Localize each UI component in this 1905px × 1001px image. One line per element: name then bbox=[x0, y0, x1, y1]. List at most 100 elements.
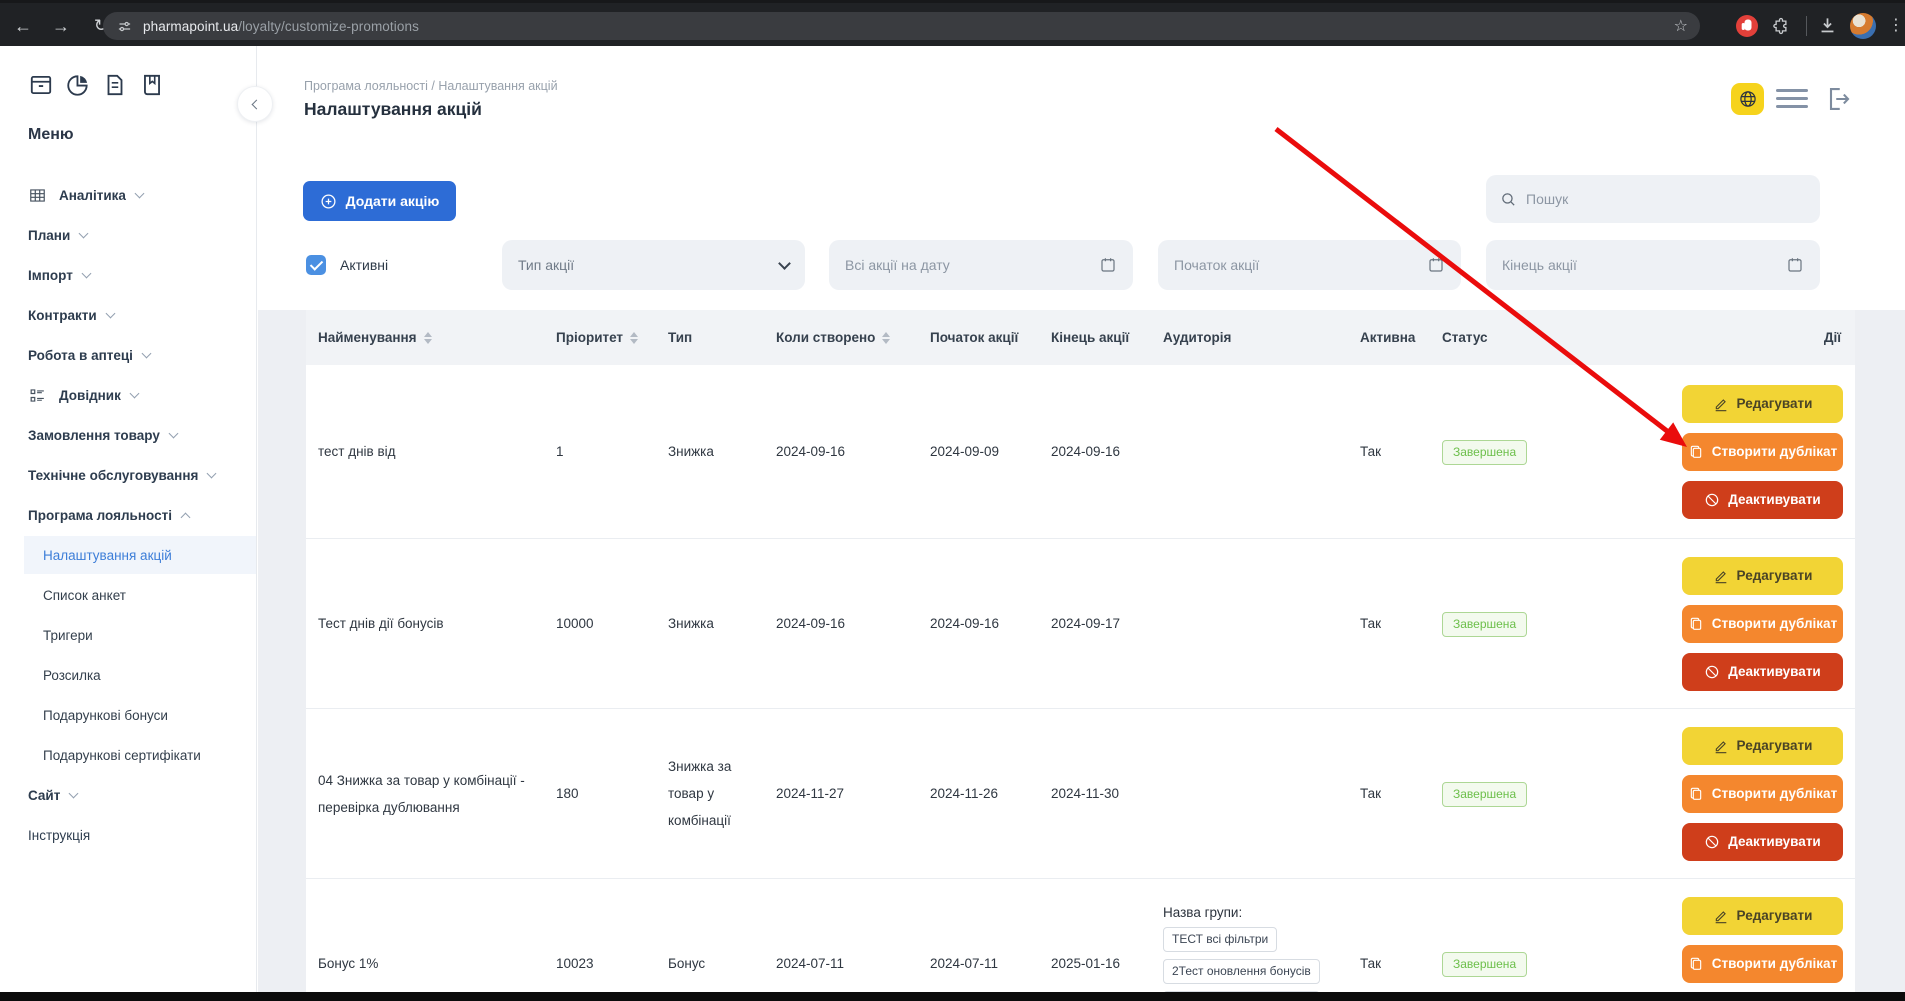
table-row: Тест днів дії бонусів10000Знижка2024-09-… bbox=[306, 538, 1855, 708]
cell-name: 04 Знижка за товар у комбінації - переві… bbox=[306, 767, 544, 821]
downloads-icon[interactable] bbox=[1818, 16, 1837, 40]
cell-type: Знижка bbox=[656, 438, 764, 465]
sidebar-item-top[interactable]: Плани bbox=[0, 215, 256, 255]
chevron-down-icon bbox=[69, 788, 79, 798]
list-icon bbox=[28, 386, 47, 405]
column-header[interactable]: Пріоритет bbox=[544, 330, 656, 345]
table-header: НайменуванняПріоритетТипКоли створеноПоч… bbox=[306, 310, 1855, 365]
duplicate-button[interactable]: Створити дублікат bbox=[1682, 775, 1843, 813]
duplicate-button[interactable]: Створити дублікат bbox=[1682, 433, 1843, 471]
deactivate-button[interactable]: Деактивувати bbox=[1682, 653, 1843, 691]
pie-chart-icon[interactable] bbox=[65, 72, 91, 98]
cell-status: Завершена bbox=[1430, 438, 1660, 465]
status-badge: Завершена bbox=[1442, 782, 1527, 807]
browser-back-button[interactable]: ← bbox=[8, 13, 38, 39]
sidebar-item-label: Програма лояльності bbox=[28, 508, 172, 523]
column-header: Статус bbox=[1430, 330, 1660, 345]
sidebar-menu: АналітикаПланиІмпорт Контракти Робота в ап… bbox=[0, 175, 256, 855]
calendar-icon bbox=[1427, 256, 1445, 274]
deactivate-button[interactable]: Деактивувати bbox=[1682, 481, 1843, 519]
cell-priority: 180 bbox=[544, 780, 656, 807]
pencil-icon bbox=[1713, 908, 1729, 924]
pencil-icon bbox=[1713, 396, 1729, 412]
browser-forward-button[interactable]: → bbox=[46, 13, 76, 39]
book-icon[interactable] bbox=[139, 72, 165, 98]
edit-button[interactable]: Редагувати bbox=[1682, 385, 1843, 423]
sidebar-item-top[interactable]: Робота в аптеці bbox=[0, 335, 256, 375]
active-checkbox[interactable] bbox=[306, 255, 326, 275]
search-field[interactable] bbox=[1486, 175, 1820, 223]
sidebar-item-top[interactable]: Замовлення товару bbox=[0, 415, 256, 455]
browser-profile-avatar[interactable] bbox=[1850, 13, 1876, 39]
sidebar-item-sub[interactable]: Налаштування акцій bbox=[0, 535, 256, 575]
logout-icon[interactable] bbox=[1824, 84, 1852, 119]
bookmark-star-icon[interactable]: ☆ bbox=[1674, 16, 1688, 36]
archive-icon[interactable] bbox=[28, 72, 54, 98]
cell-active: Так bbox=[1348, 950, 1430, 977]
pencil-icon bbox=[1713, 568, 1729, 584]
column-header[interactable]: Найменування bbox=[306, 330, 544, 345]
search-input[interactable] bbox=[1526, 191, 1806, 207]
duplicate-button[interactable]: Створити дублікат bbox=[1682, 605, 1843, 643]
menu-heading: Меню bbox=[28, 126, 74, 144]
browser-toolbar: ← → ↻ pharmapoint.ua/loyalty/customize-p… bbox=[0, 0, 1905, 46]
sidebar-item-top[interactable]: Інструкція bbox=[0, 815, 256, 855]
edit-button[interactable]: Редагувати bbox=[1682, 727, 1843, 765]
search-icon bbox=[1500, 191, 1517, 208]
sort-icon[interactable] bbox=[630, 332, 638, 344]
sidebar-item-label: Налаштування акцій bbox=[43, 548, 172, 563]
add-promotion-button[interactable]: Додати акцію bbox=[303, 181, 456, 221]
cell-priority: 10023 bbox=[544, 950, 656, 977]
cell-status: Завершена bbox=[1430, 950, 1660, 977]
duplicate-button[interactable]: Створити дублікат bbox=[1682, 945, 1843, 983]
sidebar-collapse-button[interactable] bbox=[237, 86, 273, 122]
copy-icon bbox=[1688, 956, 1704, 972]
address-bar[interactable]: pharmapoint.ua/loyalty/customize-promoti… bbox=[103, 12, 1700, 40]
sidebar-item-top[interactable]: Технічне обслуговування bbox=[0, 455, 256, 495]
promotion-type-select[interactable]: Тип акції bbox=[502, 240, 805, 290]
cell-start: 2024-07-11 bbox=[918, 950, 1039, 977]
sidebar-item-label: Контракти bbox=[28, 308, 97, 323]
chevron-down-icon bbox=[81, 268, 91, 278]
adblock-extension-icon[interactable] bbox=[1735, 14, 1759, 38]
cell-name: тест днів від bbox=[306, 438, 544, 465]
hamburger-menu-icon[interactable] bbox=[1776, 89, 1808, 108]
sidebar-item-top[interactable]: Сайт bbox=[0, 775, 256, 815]
sidebar-item-top[interactable]: Програма лояльності bbox=[0, 495, 256, 535]
chevron-down-icon bbox=[168, 428, 178, 438]
sidebar-item-sub[interactable]: Список анкет bbox=[0, 575, 256, 615]
audience-tag: ТЕСТ всі фільтри bbox=[1163, 927, 1277, 952]
sidebar-item-top[interactable]: Імпорт bbox=[0, 255, 256, 295]
language-globe-button[interactable] bbox=[1731, 83, 1764, 115]
date-all-filter[interactable]: Всі акції на дату bbox=[829, 240, 1133, 290]
page-title: Налаштування акцій bbox=[304, 99, 482, 120]
copy-icon bbox=[1688, 444, 1704, 460]
sort-icon[interactable] bbox=[882, 332, 890, 344]
ban-icon bbox=[1704, 664, 1720, 680]
sort-icon[interactable] bbox=[424, 332, 432, 344]
date-start-filter[interactable]: Початок акції bbox=[1158, 240, 1461, 290]
sidebar-item-sub[interactable]: Подарункові сертифікати bbox=[0, 735, 256, 775]
sidebar-item-sub[interactable]: Тригери bbox=[0, 615, 256, 655]
site-settings-icon[interactable] bbox=[117, 19, 132, 34]
audience-group-label: Назва групи: bbox=[1163, 904, 1336, 923]
deactivate-button[interactable]: Деактивувати bbox=[1682, 823, 1843, 861]
browser-menu-icon[interactable]: ⋮ bbox=[1888, 14, 1904, 38]
cell-end: 2024-11-30 bbox=[1039, 780, 1151, 807]
sidebar-item-top[interactable]: Контракти bbox=[0, 295, 256, 335]
column-header[interactable]: Коли створено bbox=[764, 330, 918, 345]
edit-button[interactable]: Редагувати bbox=[1682, 557, 1843, 595]
sidebar-item-sub[interactable]: Розсилка bbox=[0, 655, 256, 695]
extensions-icon[interactable] bbox=[1772, 17, 1790, 40]
sidebar-item-label: Замовлення товару bbox=[28, 428, 160, 443]
audience-tag: 2Тест оновлення бонусів bbox=[1163, 959, 1320, 984]
cell-start: 2024-09-09 bbox=[918, 438, 1039, 465]
sidebar-item-sub[interactable]: Подарункові бонуси bbox=[0, 695, 256, 735]
sidebar-item-top[interactable]: Аналітика bbox=[0, 175, 256, 215]
cell-status: Завершена bbox=[1430, 610, 1660, 637]
edit-button[interactable]: Редагувати bbox=[1682, 897, 1843, 935]
document-icon[interactable] bbox=[102, 72, 128, 98]
date-end-filter[interactable]: Кінець акції bbox=[1486, 240, 1820, 290]
sidebar-item-top[interactable]: Довідник bbox=[0, 375, 256, 415]
chevron-down-icon bbox=[79, 228, 89, 238]
